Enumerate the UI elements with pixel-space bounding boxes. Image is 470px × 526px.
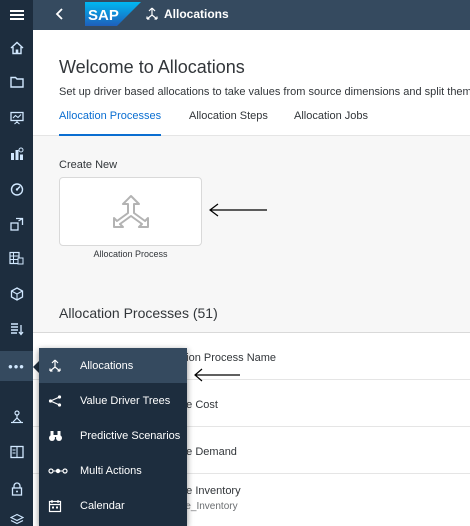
column-header-process-name[interactable]: ation Process Name <box>177 352 276 364</box>
sap-logo[interactable]: SAP <box>85 2 141 26</box>
security-icon[interactable] <box>0 474 33 504</box>
menu-item-value-driver-trees[interactable]: Value Driver Trees <box>39 383 187 418</box>
back-icon[interactable] <box>55 4 65 26</box>
folder-icon[interactable] <box>0 67 33 97</box>
database-icon[interactable] <box>0 243 33 273</box>
modeler-icon[interactable] <box>0 279 33 309</box>
list-title: Allocation Processes (51) <box>59 305 218 321</box>
menu-item-label: Predictive Scenarios <box>80 429 181 442</box>
annotation-arrow <box>209 203 267 217</box>
menu-item-calendar[interactable]: Calendar <box>39 488 187 523</box>
page-description: Set up driver based allocations to take … <box>59 86 470 98</box>
menu-item-label: Allocations <box>80 359 134 372</box>
tab-allocation-steps[interactable]: Allocation Steps <box>189 110 268 136</box>
page-header: Welcome to Allocations Set up driver bas… <box>33 30 470 136</box>
allocation-process-tile[interactable] <box>59 177 202 246</box>
shell-bar: SAP Allocations <box>33 0 470 30</box>
binoculars-icon <box>47 428 63 444</box>
layers-icon[interactable] <box>0 505 33 526</box>
menu-item-predictive-scenarios[interactable]: Predictive Scenarios <box>39 418 187 453</box>
home-icon[interactable] <box>0 33 33 63</box>
allocation-process-tile-label: Allocation Process <box>93 249 168 259</box>
allocations-icon <box>47 358 63 374</box>
side-navigation: ••• <box>0 0 33 526</box>
allocations-icon <box>146 7 158 20</box>
value-driver-tree-icon <box>47 393 63 409</box>
tools-icon[interactable] <box>0 209 33 239</box>
menu-item-label: Multi Actions <box>80 464 142 477</box>
annotation-arrow <box>194 368 240 382</box>
gauge-icon[interactable] <box>0 174 33 204</box>
sap-logo-text: SAP <box>88 7 119 24</box>
more-label: ••• <box>8 358 25 374</box>
presentation-icon[interactable] <box>0 103 33 133</box>
catalog-icon[interactable] <box>0 437 33 467</box>
app-title: Allocations <box>164 7 229 21</box>
more-icon[interactable]: ••• <box>0 351 33 381</box>
page-title: Welcome to Allocations <box>59 57 245 77</box>
menu-icon[interactable] <box>0 0 33 30</box>
menu-item-multi-actions[interactable]: Multi Actions <box>39 453 187 488</box>
more-menu-popover: Allocations Value Driver Trees Predictiv… <box>39 348 187 526</box>
create-new-label: Create New <box>59 159 118 171</box>
workflow-icon[interactable] <box>0 402 33 432</box>
data-analyzer-icon[interactable] <box>0 139 33 169</box>
calendar-icon <box>47 498 63 514</box>
allocation-process-icon <box>112 194 149 228</box>
menu-item-label: Value Driver Trees <box>80 394 171 407</box>
multi-actions-icon <box>47 463 69 479</box>
menu-item-label: Calendar <box>80 499 125 512</box>
menu-item-allocations[interactable]: Allocations <box>39 348 187 383</box>
tab-allocation-processes[interactable]: Allocation Processes <box>59 110 162 136</box>
data-import-icon[interactable] <box>0 314 33 344</box>
tab-allocation-jobs[interactable]: Allocation Jobs <box>294 110 368 136</box>
